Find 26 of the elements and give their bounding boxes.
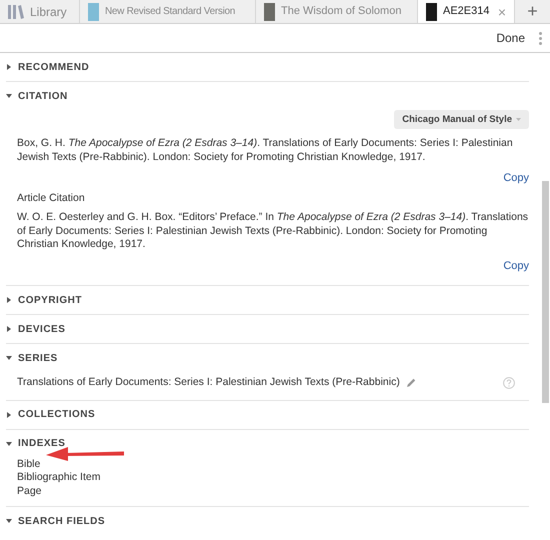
copy-link[interactable]: Copy bbox=[503, 172, 529, 186]
citation-text: W. O. E. Oesterley and G. H. Box. “Editors’ Preface.” In The Apocalypse of Ezra (2 Esdras 3–14). Translations of Early Documents: Series I: Palestinian Jewish Texts (Pre-Rabbinic). London: Society for Promoting Christian Knowledge, 1917. bbox=[17, 211, 529, 252]
more-options-icon[interactable] bbox=[537, 32, 544, 44]
citation-label: Article Citation bbox=[17, 192, 86, 205]
copy-link[interactable]: Copy bbox=[503, 260, 529, 273]
series-title: Translations of Early Documents: Series I: Palestinian Jewish Texts (Pre-Rabbinic) bbox=[17, 376, 400, 390]
library-icon bbox=[8, 4, 24, 18]
section-header[interactable]: SERIES bbox=[6, 344, 58, 372]
index-item[interactable]: Bibliographic Item bbox=[17, 471, 100, 484]
done-button[interactable]: Done bbox=[496, 29, 525, 47]
index-item[interactable]: Page bbox=[17, 484, 42, 498]
section-header[interactable]: CITATION bbox=[6, 82, 68, 110]
citation-style-dropdown[interactable]: Chicago Manual of Style bbox=[394, 110, 529, 129]
caret-down-icon bbox=[516, 118, 521, 121]
section-header[interactable]: SEARCH FIELDS bbox=[6, 507, 106, 535]
scrollbar-thumb[interactable] bbox=[542, 181, 549, 403]
pencil-icon[interactable] bbox=[406, 378, 416, 388]
section-header[interactable]: COLLECTIONS bbox=[6, 400, 96, 428]
tab[interactable]: AE2E314 × bbox=[418, 0, 515, 23]
section-header[interactable]: INDEXES bbox=[6, 430, 66, 458]
citation-text: Box, G. H. The Apocalypse of Ezra (2 Esdras 3–14). Translations of Early Documents: Series I: Palestinian Jewish Texts (Pre-Rabbinic). London: Society for Promoting Christian Knowledge, 1917. bbox=[17, 137, 514, 164]
section-header[interactable]: COPYRIGHT bbox=[6, 286, 82, 314]
help-icon[interactable] bbox=[503, 376, 515, 389]
section-header[interactable]: RECOMMEND bbox=[6, 53, 90, 81]
section-header[interactable]: DEVICES bbox=[6, 315, 66, 343]
index-item[interactable]: Bible bbox=[17, 458, 40, 471]
